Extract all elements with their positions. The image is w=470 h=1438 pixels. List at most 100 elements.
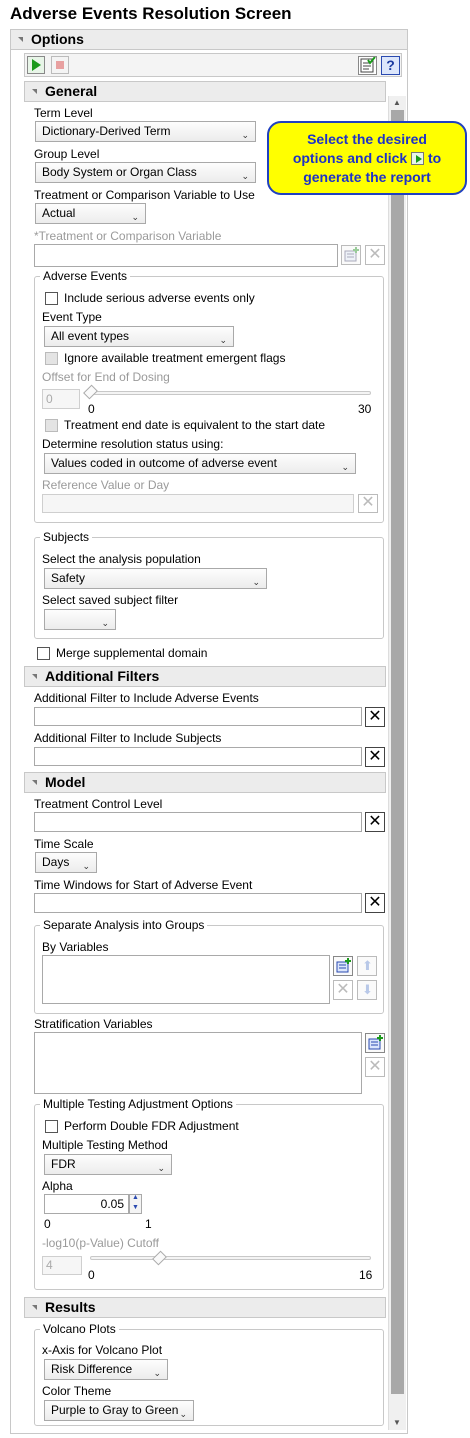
alpha-field[interactable]: 0.05 (44, 1194, 129, 1214)
close-icon: ✕ (368, 246, 382, 263)
reference-field[interactable] (42, 494, 354, 513)
general-header-label: General (45, 83, 98, 99)
stratification-remove-button[interactable]: ✕ (365, 1057, 385, 1077)
population-dropdown[interactable]: Safety ⌄ (44, 568, 267, 589)
control-level-field[interactable] (34, 812, 362, 832)
by-vars-remove-button[interactable]: ✕ (333, 980, 353, 1000)
ae-filter-field[interactable] (34, 707, 362, 726)
help-button[interactable]: ? (381, 56, 400, 75)
callout-line-2a: options and click (292, 150, 408, 166)
color-theme-dropdown[interactable]: Purple to Gray to Green ⌄ (44, 1400, 194, 1421)
spin-down-icon[interactable]: ▼ (132, 1204, 139, 1211)
time-windows-clear-button[interactable]: ✕ (365, 893, 385, 913)
collapse-triangle-icon[interactable] (32, 1305, 37, 1310)
play-icon (32, 59, 41, 71)
xaxis-dropdown[interactable]: Risk Difference ⌄ (44, 1359, 168, 1380)
subj-filter-clear-button[interactable]: ✕ (365, 747, 385, 767)
by-vars-add-button[interactable] (333, 956, 353, 976)
by-vars-up-button[interactable]: ⬆ (357, 956, 377, 976)
trt-var-use-value: Actual (42, 206, 76, 220)
spin-up-icon[interactable]: ▲ (132, 1194, 139, 1201)
options-header[interactable]: Options (10, 29, 408, 50)
alpha-max-label: 1 (145, 1217, 152, 1231)
resolution-dropdown[interactable]: Values coded in outcome of adverse event… (44, 453, 356, 474)
xaxis-value: Risk Difference (51, 1362, 133, 1376)
scroll-down-icon[interactable]: ▼ (393, 1418, 401, 1427)
cutoff-min-label: 0 (88, 1268, 95, 1282)
subjects-title: Subjects (40, 530, 93, 544)
stop-button[interactable] (51, 56, 69, 74)
cutoff-value: 4 (46, 1258, 53, 1272)
merge-supp-checkbox[interactable] (37, 647, 50, 660)
group-level-dropdown[interactable]: Body System or Organ Class ⌄ (35, 162, 256, 183)
results-header-label: Results (45, 1299, 96, 1315)
run-button[interactable] (27, 56, 45, 74)
collapse-triangle-icon[interactable] (32, 780, 37, 785)
ae-filter-label: Additional Filter to Include Adverse Eve… (34, 691, 259, 705)
time-windows-label: Time Windows for Start of Adverse Event (34, 878, 253, 892)
ignore-te-flags-checkbox[interactable] (45, 352, 58, 365)
xaxis-label: x-Axis for Volcano Plot (42, 1343, 163, 1357)
scroll-up-icon[interactable]: ▲ (393, 98, 401, 107)
callout-line-3: generate the report (303, 169, 431, 185)
time-scale-dropdown[interactable]: Days ⌄ (35, 852, 97, 873)
additional-filters-header[interactable]: Additional Filters (24, 666, 386, 687)
cutoff-slider-track[interactable] (90, 1256, 371, 1260)
settings-file-button[interactable] (358, 56, 377, 75)
chevron-down-icon: ⌄ (219, 335, 227, 345)
chevron-down-icon: ⌄ (241, 130, 249, 140)
cutoff-max-label: 16 (359, 1268, 373, 1282)
offset-slider-track[interactable] (90, 391, 371, 395)
vertical-scrollbar[interactable]: ▲ ▼ (388, 96, 406, 1430)
term-level-dropdown[interactable]: Dictionary-Derived Term ⌄ (35, 121, 256, 142)
collapse-triangle-icon[interactable] (32, 674, 37, 679)
remove-column-button[interactable]: ✕ (365, 245, 385, 265)
by-vars-list[interactable] (42, 955, 330, 1004)
adverse-events-title: Adverse Events (40, 269, 131, 283)
resolution-value: Values coded in outcome of adverse event (51, 456, 277, 470)
color-theme-value: Purple to Gray to Green (51, 1403, 179, 1417)
general-header[interactable]: General (24, 81, 386, 102)
stratification-add-button[interactable] (365, 1033, 385, 1053)
trt-var-field[interactable] (34, 244, 338, 267)
trt-var-use-dropdown[interactable]: Actual ⌄ (35, 203, 146, 224)
reference-clear-button[interactable]: ✕ (358, 494, 378, 513)
by-vars-down-button[interactable]: ⬇ (357, 980, 377, 1000)
scrollbar-thumb[interactable] (391, 110, 404, 1394)
add-column-button[interactable] (341, 245, 361, 265)
stratification-list[interactable] (34, 1032, 362, 1094)
offset-field[interactable]: 0 (42, 389, 80, 409)
stop-icon (56, 61, 64, 69)
time-scale-value: Days (42, 855, 70, 869)
ae-filter-clear-button[interactable]: ✕ (365, 707, 385, 727)
results-header[interactable]: Results (24, 1297, 386, 1318)
by-vars-label: By Variables (42, 940, 109, 954)
alpha-value: 0.05 (100, 1197, 124, 1211)
term-level-label: Term Level (34, 106, 93, 120)
population-label: Select the analysis population (42, 552, 201, 566)
control-level-clear-button[interactable]: ✕ (365, 812, 385, 832)
subj-filter-field[interactable] (34, 747, 362, 766)
control-level-label: Treatment Control Level (34, 797, 163, 811)
saved-filter-dropdown[interactable]: ⌄ (44, 609, 116, 630)
collapse-triangle-icon[interactable] (32, 89, 37, 94)
alpha-label: Alpha (42, 1179, 73, 1193)
serious-only-checkbox[interactable] (45, 292, 58, 305)
population-value: Safety (51, 571, 86, 585)
callout-line-2b: to (427, 150, 442, 166)
close-icon: ✕ (368, 894, 382, 911)
double-fdr-checkbox[interactable] (45, 1120, 58, 1133)
model-header[interactable]: Model (24, 772, 386, 793)
alpha-spinner[interactable]: ▲ ▼ (129, 1194, 142, 1214)
chevron-down-icon: ⌄ (341, 462, 349, 472)
trt-end-checkbox[interactable] (45, 419, 58, 432)
add-list-icon (336, 958, 351, 973)
toolbar (24, 53, 402, 77)
trt-var-label: *Treatment or Comparison Variable (34, 229, 222, 243)
method-dropdown[interactable]: FDR ⌄ (44, 1154, 172, 1175)
collapse-triangle-icon[interactable] (18, 37, 23, 42)
time-windows-field[interactable] (34, 893, 362, 913)
time-scale-label: Time Scale (34, 837, 94, 851)
cutoff-field[interactable]: 4 (42, 1256, 82, 1275)
event-type-dropdown[interactable]: All event types ⌄ (44, 326, 234, 347)
